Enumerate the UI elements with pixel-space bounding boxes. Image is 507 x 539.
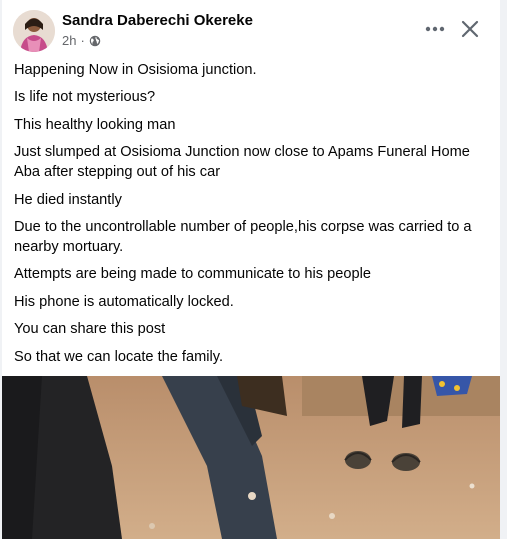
post-paragraph: This healthy looking man [14, 116, 176, 133]
post-paragraph: Due to the uncontrollable number of peop… [14, 218, 472, 255]
avatar-photo [13, 10, 55, 52]
meta-separator: · [80, 33, 85, 48]
post-header: Sandra Daberechi Okereke 2h · [2, 0, 500, 58]
street-scene-photo [2, 376, 500, 539]
author-name[interactable]: Sandra Daberechi Okereke [62, 12, 253, 29]
post-paragraph: His phone is automatically locked. [14, 293, 234, 310]
globe-icon [89, 35, 101, 47]
post-text: Happening Now in Osisioma junction. Is l… [14, 60, 494, 374]
post-card: Sandra Daberechi Okereke 2h · Happening … [2, 0, 500, 539]
post-paragraph: Happening Now in Osisioma junction. [14, 62, 257, 78]
more-horizontal-icon [425, 26, 445, 32]
post-paragraph: Just slumped at Osisioma Junction now cl… [14, 144, 470, 181]
post-paragraph: Is life not mysterious? [14, 89, 156, 106]
close-button[interactable] [454, 13, 486, 45]
post-meta: 2h · [62, 33, 101, 48]
author-avatar[interactable] [13, 10, 55, 52]
post-paragraph: So that we can locate the family. [14, 348, 224, 365]
post-paragraph: He died instantly [14, 191, 122, 208]
more-options-button[interactable] [418, 16, 452, 42]
post-paragraph: Attempts are being made to communicate t… [14, 266, 371, 283]
post-paragraph: You can share this post [14, 321, 166, 338]
post-timestamp[interactable]: 2h [62, 33, 76, 48]
post-photo[interactable] [2, 376, 500, 539]
close-icon [461, 20, 479, 38]
